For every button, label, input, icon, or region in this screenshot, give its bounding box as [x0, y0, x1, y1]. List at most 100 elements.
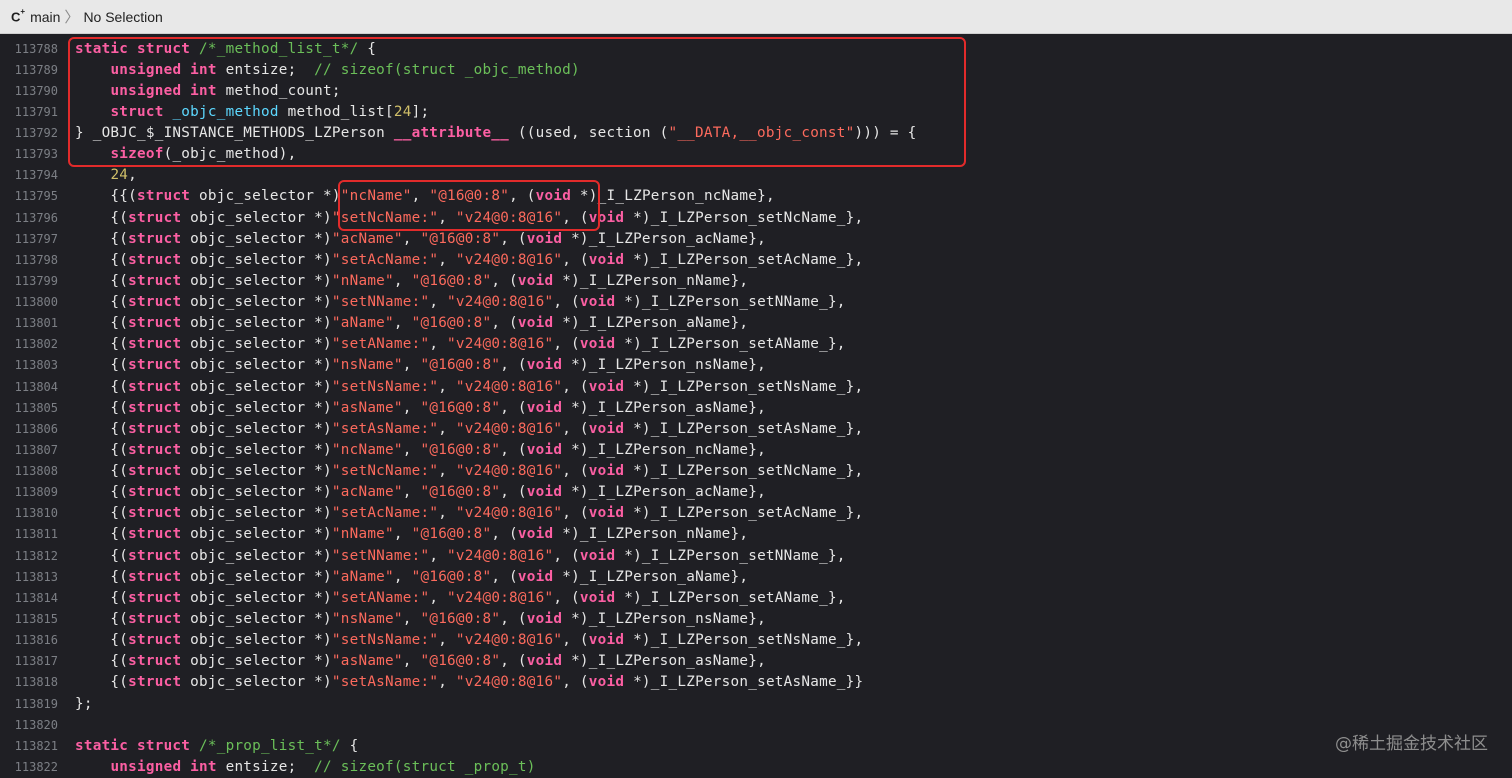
code-line[interactable]: 113809 {(struct objc_selector *)"acName"…: [0, 482, 1512, 503]
code-token: void: [517, 526, 554, 543]
code-line[interactable]: 113813 {(struct objc_selector *)"aName",…: [0, 567, 1512, 588]
code-line[interactable]: 113789 unsigned int entsize; // sizeof(s…: [0, 60, 1512, 81]
code-line[interactable]: 113795 {{(struct objc_selector *)"ncName…: [0, 186, 1512, 207]
code-line[interactable]: 113801 {(struct objc_selector *)"aName",…: [0, 313, 1512, 334]
code-token: struct: [128, 568, 182, 585]
code-token: objc_selector *): [181, 378, 332, 395]
code-line[interactable]: 113797 {(struct objc_selector *)"acName"…: [0, 229, 1512, 250]
code-line[interactable]: 113820: [0, 715, 1512, 736]
code-token: *)_I_LZPerson_setAName_},: [615, 336, 846, 353]
code-token: *)_I_LZPerson_nName},: [553, 272, 749, 289]
code-text: {{(struct objc_selector *)"ncName", "@16…: [75, 186, 775, 207]
code-text: unsigned int entsize; // sizeof(struct _…: [75, 757, 536, 778]
code-editor[interactable]: 113788 static struct /*_method_list_t*/ {…: [0, 35, 1512, 776]
code-line[interactable]: 113807 {(struct objc_selector *)"ncName"…: [0, 440, 1512, 461]
code-token: , (: [509, 188, 536, 205]
code-line[interactable]: 113791 struct _objc_method method_list[2…: [0, 102, 1512, 123]
code-token: method_list[: [278, 103, 394, 120]
code-line[interactable]: 113818 {(struct objc_selector *)"setAsNa…: [0, 672, 1512, 693]
code-token: , (: [491, 568, 518, 585]
code-token: {(: [75, 399, 129, 416]
code-token: objc_selector *): [181, 294, 332, 311]
code-line[interactable]: 113798 {(struct objc_selector *)"setAcNa…: [0, 250, 1512, 271]
code-token: {(: [75, 336, 129, 353]
code-token: , (: [500, 611, 527, 627]
selection-label[interactable]: No Selection: [83, 9, 162, 25]
code-line[interactable]: 113794 24,: [0, 165, 1512, 186]
code-text: } _OBJC_$_INSTANCE_METHODS_LZPerson __at…: [75, 123, 917, 144]
code-text: {(struct objc_selector *)"setNName:", "v…: [75, 546, 846, 567]
code-line[interactable]: 113819};: [0, 694, 1512, 715]
code-line[interactable]: 113806 {(struct objc_selector *)"setAsNa…: [0, 419, 1512, 440]
code-text: struct _objc_method method_list[24];: [75, 102, 429, 123]
code-token: struct: [128, 441, 182, 458]
code-text: unsigned int method_count;: [75, 81, 341, 102]
file-name-label[interactable]: main: [30, 9, 60, 25]
code-text: static struct /*_prop_list_t*/ {: [75, 736, 358, 757]
code-token: struct: [128, 484, 182, 501]
code-token: void: [526, 441, 563, 458]
code-token: objc_selector *): [181, 420, 332, 437]
code-token: ,: [438, 463, 456, 480]
code-line[interactable]: 113788 static struct /*_method_list_t*/ {: [0, 39, 1512, 60]
code-token: "@16@0:8": [420, 611, 501, 627]
code-token: objc_selector *): [181, 441, 332, 458]
code-token: *)_I_LZPerson_asName},: [562, 399, 766, 416]
code-line[interactable]: 113815 {(struct objc_selector *)"nsName"…: [0, 609, 1512, 630]
code-token: "asName": [331, 399, 403, 416]
code-token: ,: [402, 653, 421, 670]
code-token: ))): [854, 125, 882, 142]
code-token: void: [579, 547, 616, 564]
code-token: objc_selector *): [181, 505, 332, 522]
code-line[interactable]: 113814 {(struct objc_selector *)"setANam…: [0, 588, 1512, 609]
line-number: 113804: [14, 379, 58, 394]
code-token: *)_I_LZPerson_setAcName_},: [624, 251, 864, 268]
code-token: "ncName": [331, 441, 403, 458]
code-line[interactable]: 113822 unsigned int entsize; // sizeof(s…: [0, 757, 1512, 778]
code-line[interactable]: 113792} _OBJC_$_INSTANCE_METHODS_LZPerso…: [0, 123, 1512, 144]
code-text: {(struct objc_selector *)"nsName", "@16@…: [75, 609, 766, 630]
code-line[interactable]: 113810 {(struct objc_selector *)"setAcNa…: [0, 503, 1512, 524]
code-token: *)_I_LZPerson_nsName},: [562, 357, 766, 374]
code-line[interactable]: 113808 {(struct objc_selector *)"setNcNa…: [0, 461, 1512, 482]
line-number: 113801: [14, 316, 58, 331]
code-token: ,: [393, 272, 412, 289]
code-token: static struct: [75, 737, 200, 754]
code-token: struct: [128, 251, 182, 268]
code-token: "@16@0:8": [420, 399, 501, 416]
code-line[interactable]: 113799 {(struct objc_selector *)"nName",…: [0, 271, 1512, 292]
code-line[interactable]: 113793 sizeof(_objc_method),: [0, 144, 1512, 165]
code-line[interactable]: 113804 {(struct objc_selector *)"setNsNa…: [0, 377, 1512, 398]
line-number: 113806: [14, 421, 58, 436]
code-line[interactable]: 113796 {(struct objc_selector *)"setNcNa…: [0, 208, 1512, 229]
code-token: "@16@0:8": [420, 441, 501, 458]
code-token: struct: [128, 505, 182, 522]
line-number: 113812: [14, 548, 58, 563]
code-text: {(struct objc_selector *)"ncName", "@16@…: [75, 440, 766, 461]
code-line[interactable]: 113817 {(struct objc_selector *)"asName"…: [0, 651, 1512, 672]
code-text: {(struct objc_selector *)"nName", "@16@0…: [75, 524, 748, 545]
code-token: // sizeof(struct _objc_method): [314, 61, 580, 78]
code-line[interactable]: 113821 static struct /*_prop_list_t*/ {: [0, 736, 1512, 757]
code-line[interactable]: 113800 {(struct objc_selector *)"setNNam…: [0, 292, 1512, 313]
code-token: void: [588, 209, 625, 226]
code-line[interactable]: 113802 {(struct objc_selector *)"setANam…: [0, 334, 1512, 355]
code-token: *)_I_LZPerson_ncName},: [571, 188, 775, 205]
code-line[interactable]: 113812 {(struct objc_selector *)"setNNam…: [0, 546, 1512, 567]
code-line[interactable]: 113816 {(struct objc_selector *)"setNsNa…: [0, 630, 1512, 651]
code-line[interactable]: 113803 {(struct objc_selector *)"nsName"…: [0, 355, 1512, 376]
code-token: ,: [393, 315, 412, 332]
code-token: objc_selector *): [181, 526, 332, 543]
code-text: {(struct objc_selector *)"setNcName:", "…: [75, 461, 863, 482]
code-token: unsigned int: [110, 61, 217, 78]
code-token: struct: [128, 463, 182, 480]
code-token: , (: [491, 272, 518, 289]
line-number: 113802: [14, 337, 58, 352]
code-line[interactable]: 113805 {(struct objc_selector *)"asName"…: [0, 398, 1512, 419]
code-line[interactable]: 113790 unsigned int method_count;: [0, 81, 1512, 102]
code-token: "v24@0:8@16": [455, 505, 563, 522]
code-token: *)_I_LZPerson_setAsName_}}: [624, 674, 864, 691]
code-line[interactable]: 113811 {(struct objc_selector *)"nName",…: [0, 524, 1512, 545]
